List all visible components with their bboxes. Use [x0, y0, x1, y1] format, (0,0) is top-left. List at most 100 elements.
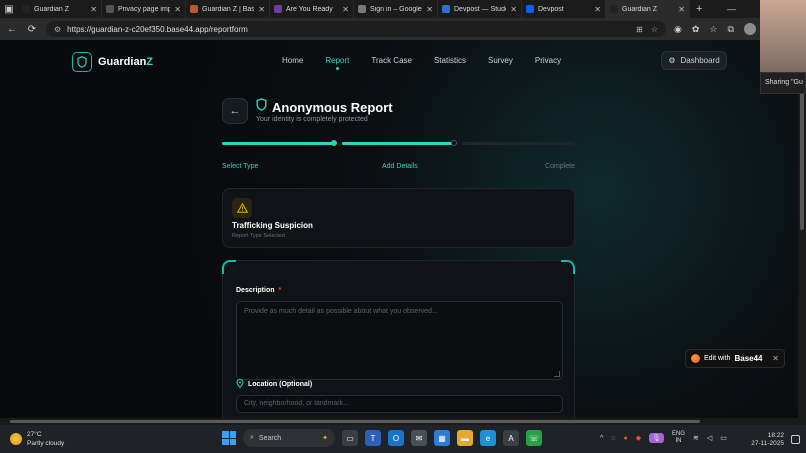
close-tab-icon[interactable]: ✕: [594, 5, 601, 14]
description-textarea[interactable]: Provide as much detail as possible about…: [236, 301, 563, 380]
browser-tab[interactable]: Privacy page impr ✕: [102, 0, 186, 18]
horizontal-scrollbar[interactable]: [0, 418, 806, 425]
report-type-note: Report Type Selected: [232, 233, 285, 239]
apps-icon[interactable]: ⊞: [636, 25, 643, 34]
nav-item-statistics[interactable]: Statistics: [434, 56, 466, 65]
tab-title: Guardian Z: [34, 5, 70, 13]
minimize-icon[interactable]: —: [727, 4, 736, 14]
tab-favicon-icon: [274, 5, 282, 13]
weather-widget[interactable]: 27°C Partly cloudy: [10, 430, 64, 448]
edge-icon[interactable]: e: [480, 430, 496, 446]
chevron-up-icon[interactable]: ^: [600, 435, 603, 442]
base44-brand: Base44: [734, 354, 763, 363]
browser-tab[interactable]: Guardian Z ✕: [18, 0, 102, 18]
whatsapp-icon[interactable]: ☏: [526, 430, 542, 446]
task-view-icon[interactable]: ▭: [342, 430, 358, 446]
tray-app-icon[interactable]: ●: [623, 435, 627, 442]
language-indicator[interactable]: ENG IN: [672, 431, 685, 445]
browser-tab[interactable]: Sign in – Google a ✕: [354, 0, 438, 18]
close-tab-icon[interactable]: ✕: [678, 5, 685, 14]
teams-icon[interactable]: T: [365, 430, 381, 446]
search-label: Search: [258, 434, 282, 442]
favorite-star-icon[interactable]: ☆: [651, 25, 658, 34]
tab-title: Privacy page impr: [118, 5, 171, 13]
vertical-scrollbar[interactable]: [798, 40, 806, 418]
microphone-icon[interactable]: 🎙: [649, 433, 664, 443]
tab-actions-icon[interactable]: ▣: [0, 0, 18, 18]
url-field[interactable]: ⚙ https://guardian-z-c20ef350.base44.app…: [46, 21, 666, 37]
nav-item-track-case[interactable]: Track Case: [371, 56, 412, 65]
wifi-icon[interactable]: ≋: [693, 434, 699, 442]
start-menu-icon[interactable]: [222, 431, 236, 445]
file-explorer-icon[interactable]: ▬: [457, 430, 473, 446]
progress-knob: [331, 140, 337, 146]
windows-taskbar: 27°C Partly cloudy ⌕ Search ✦ ▭ T O ✉ ▦ …: [0, 425, 806, 453]
nav-item-survey[interactable]: Survey: [488, 56, 513, 65]
base44-logo-icon: [691, 354, 700, 363]
taskbar-search[interactable]: ⌕ Search ✦: [243, 429, 335, 447]
details-form: Description * Provide as much detail as …: [222, 260, 575, 418]
progress-knob: [451, 140, 457, 146]
ai-app-icon[interactable]: A: [503, 430, 519, 446]
shield-icon: [72, 52, 92, 72]
notification-icon[interactable]: [791, 435, 800, 444]
close-tab-icon[interactable]: ✕: [174, 5, 181, 14]
favorites-icon[interactable]: ☆: [709, 24, 717, 35]
tab-favicon-icon: [442, 5, 450, 13]
step-label-complete: Complete: [545, 163, 575, 170]
refresh-icon[interactable]: ⟳: [26, 24, 38, 35]
temperature: 27°C: [27, 431, 42, 438]
nav-item-report[interactable]: Report: [325, 56, 349, 70]
nav-item-home[interactable]: Home: [282, 56, 303, 65]
outlook-icon[interactable]: O: [388, 430, 404, 446]
mail-icon[interactable]: ✉: [411, 430, 427, 446]
close-tab-icon[interactable]: ✕: [342, 5, 349, 14]
close-tab-icon[interactable]: ✕: [258, 5, 265, 14]
back-arrow-icon[interactable]: ←: [6, 24, 18, 35]
screen: ▣ Guardian Z ✕ Privacy page impr ✕ Guardian …: [0, 0, 806, 453]
browser-tab[interactable]: Devpost ✕: [522, 0, 606, 18]
close-tab-icon[interactable]: ✕: [426, 5, 433, 14]
copilot-icon[interactable]: ✿: [692, 24, 700, 35]
dashboard-button[interactable]: ⚙ Dashboard: [661, 51, 727, 70]
weather-condition: Partly cloudy: [27, 440, 65, 447]
new-tab-icon[interactable]: +: [690, 3, 708, 15]
collections-icon[interactable]: ⧉: [727, 24, 733, 35]
tab-title: Devpost — Studer: [454, 5, 507, 13]
store-icon[interactable]: ▦: [434, 430, 450, 446]
tray-app-icon[interactable]: ◆: [636, 434, 641, 442]
back-button[interactable]: ←: [222, 98, 248, 124]
tray-app-icon[interactable]: ◌: [611, 435, 615, 442]
tab-list: Guardian Z ✕ Privacy page impr ✕ Guardian Z …: [18, 0, 690, 18]
browser-tab[interactable]: Guardian Z | Base4✕: [186, 0, 270, 18]
tab-favicon-icon: [190, 5, 198, 13]
page-subtitle: Your identity is completely protected: [256, 116, 368, 123]
close-icon[interactable]: ✕: [772, 354, 779, 363]
edit-with-base44-badge[interactable]: Edit with Base44 ✕: [685, 349, 785, 368]
brand-logo[interactable]: GuardianZ: [72, 52, 153, 72]
location-input[interactable]: City, neighborhood, or landmark...: [236, 395, 563, 413]
weather-icon: [10, 433, 22, 445]
taskbar-apps: ⌕ Search ✦ ▭ T O ✉ ▦ ▬ e A ☏: [222, 429, 542, 447]
nav-item-privacy[interactable]: Privacy: [535, 56, 561, 65]
search-highlight-icon: ✦: [322, 435, 328, 442]
clock[interactable]: 18:22 27-11-2025: [751, 432, 784, 448]
tab-title: Sign in – Google a: [370, 5, 423, 13]
close-tab-icon[interactable]: ✕: [90, 5, 97, 14]
resize-handle-icon[interactable]: [554, 371, 560, 377]
close-tab-icon[interactable]: ✕: [510, 5, 517, 14]
extension-icon[interactable]: ◉: [674, 24, 682, 35]
browser-tab[interactable]: Guardian Z ✕: [606, 0, 690, 18]
site-info-icon[interactable]: ⚙: [54, 25, 61, 34]
browser-tab[interactable]: Are You Ready ✕: [270, 0, 354, 18]
map-pin-icon: [236, 378, 244, 390]
dashboard-label: Dashboard: [680, 56, 720, 65]
step-progress: [222, 140, 575, 147]
profile-avatar[interactable]: [743, 23, 756, 35]
clock-date: 27-11-2025: [751, 440, 784, 447]
battery-icon[interactable]: ▭: [720, 434, 727, 442]
volume-icon[interactable]: ◁: [707, 434, 712, 442]
edit-with-text: Edit with: [704, 355, 731, 362]
browser-tab[interactable]: Devpost — Studer ✕: [438, 0, 522, 18]
tab-favicon-icon: [526, 5, 534, 13]
